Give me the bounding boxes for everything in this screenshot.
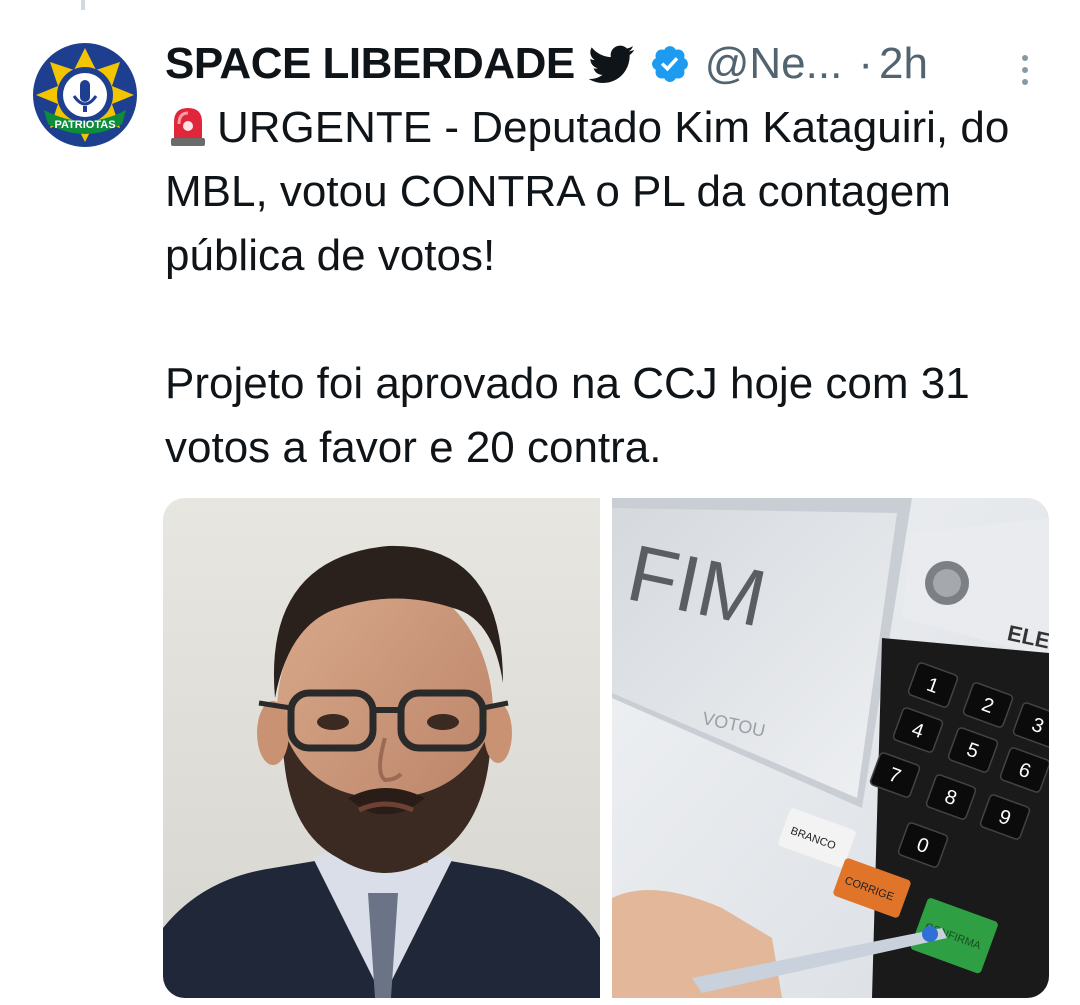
avatar-logo: PATRIOTAS	[30, 40, 140, 150]
tweet-paragraph-1: URGENTE - Deputado Kim Kataguiri, do MBL…	[165, 96, 1045, 288]
tweet-text-line-1: URGENTE - Deputado Kim Kataguiri, do MBL…	[165, 103, 1010, 280]
tweet-text: URGENTE - Deputado Kim Kataguiri, do MBL…	[165, 96, 1045, 480]
tweet-text-line-2: Projeto foi aprovado na CCJ hoje com 31 …	[165, 359, 970, 472]
voting-machine-image: FIM VOTOU ELE 1234567890 BRANCO CORRIGE …	[612, 498, 1049, 998]
tweet-media-grid: FIM VOTOU ELE 1234567890 BRANCO CORRIGE …	[163, 498, 1049, 998]
police-siren-emoji	[171, 108, 205, 146]
thread-connector-line	[81, 0, 85, 10]
tweet-header: SPACE LIBERDADE @Ne... · 2h	[165, 36, 928, 92]
media-photo-portrait[interactable]	[163, 498, 600, 998]
portrait-image	[163, 498, 600, 998]
twitter-bird-icon	[588, 45, 634, 83]
media-photo-voting-machine[interactable]: FIM VOTOU ELE 1234567890 BRANCO CORRIGE …	[612, 498, 1049, 998]
author-handle[interactable]: @Ne...	[705, 39, 843, 89]
avatar-text: PATRIOTAS	[54, 119, 115, 131]
more-options-icon[interactable]	[1018, 50, 1032, 90]
separator-dot: ·	[858, 39, 873, 88]
tweet-time[interactable]: 2h	[879, 39, 928, 89]
verified-badge-icon	[651, 46, 688, 82]
tweet-paragraph-2: Projeto foi aprovado na CCJ hoje com 31 …	[165, 352, 1045, 480]
avatar[interactable]: PATRIOTAS	[30, 40, 140, 150]
author-name[interactable]: SPACE LIBERDADE	[165, 39, 575, 89]
